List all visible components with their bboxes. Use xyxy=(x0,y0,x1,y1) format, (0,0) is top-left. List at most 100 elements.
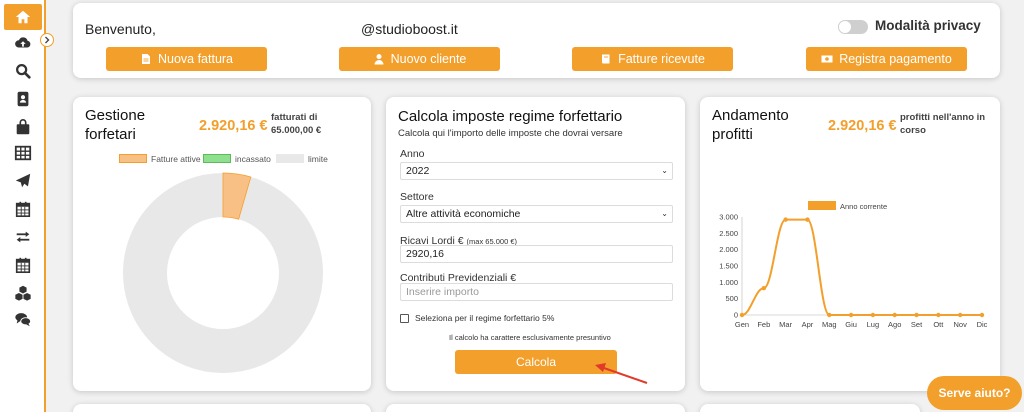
gestione-note-2: 65.000,00 € xyxy=(271,125,322,136)
legend-swatch-incassato xyxy=(203,154,231,163)
sidebar-item-chat[interactable] xyxy=(4,306,42,332)
welcome-card: Benvenuto, @studioboost.it Modalità priv… xyxy=(73,3,1000,78)
data-point-giu xyxy=(848,312,854,318)
new-invoice-label: Nuova fattura xyxy=(157,52,234,66)
sidebar xyxy=(0,0,46,412)
received-invoices-button[interactable]: Fatture ricevute xyxy=(572,47,733,71)
x-tick-label: Set xyxy=(911,320,923,329)
sidebar-item-send[interactable] xyxy=(4,168,42,194)
data-point-apr xyxy=(805,217,810,222)
privacy-toggle[interactable] xyxy=(838,20,868,34)
sidebar-item-calendar-2[interactable] xyxy=(4,252,42,278)
x-tick-label: Gen xyxy=(735,320,749,329)
gestione-amount: 2.920,16 € xyxy=(199,118,268,134)
settore-value: Altre attività economiche xyxy=(406,208,521,220)
sidebar-item-search[interactable] xyxy=(4,58,42,84)
y-tick-label: 0 xyxy=(734,311,738,320)
forfettario-5-checkbox[interactable] xyxy=(400,314,409,323)
calcola-button-label: Calcola xyxy=(515,355,557,369)
search-icon xyxy=(16,64,31,79)
data-point-set xyxy=(914,312,919,318)
ricavi-input[interactable]: 2920,16 xyxy=(400,245,673,263)
chevron-right-icon xyxy=(45,36,50,44)
x-tick-label: Mag xyxy=(822,320,837,329)
x-tick-label: Ago xyxy=(888,320,901,329)
bottom-card-1 xyxy=(73,404,371,412)
cloud-upload-icon xyxy=(15,37,31,48)
address-book-icon xyxy=(17,91,29,107)
sidebar-toggle-button[interactable] xyxy=(40,33,54,47)
data-point-lug xyxy=(870,312,876,318)
contributi-input[interactable]: Inserire importo xyxy=(400,283,673,301)
data-point-dic xyxy=(979,312,985,318)
privacy-label: Modalità privacy xyxy=(875,18,981,33)
file-icon xyxy=(141,54,150,64)
data-point-ago xyxy=(892,312,897,318)
calcola-subtitle: Calcola qui l'importo delle imposte che … xyxy=(398,128,623,139)
user-icon xyxy=(374,54,384,65)
doughnut-chart xyxy=(123,172,323,373)
legend-label-anno-corrente: Anno corrente xyxy=(840,202,887,211)
legend-swatch-active xyxy=(119,154,147,163)
anno-select[interactable]: 2022 ⌄ xyxy=(400,162,673,180)
new-invoice-button[interactable]: Nuova fattura xyxy=(106,47,267,71)
chat-bubbles-icon xyxy=(15,313,32,327)
book-icon xyxy=(602,54,610,64)
ricavi-value: 2920,16 xyxy=(406,248,444,260)
x-tick-label: Giu xyxy=(845,320,857,329)
received-invoices-label: Fatture ricevute xyxy=(618,52,705,66)
andamento-card: Andamento profitti 2.920,16 € profitti n… xyxy=(700,97,1000,391)
gestione-title-2: forfetari xyxy=(85,126,136,143)
data-point-feb xyxy=(761,286,767,291)
chevron-down-icon: ⌄ xyxy=(661,209,668,218)
home-icon xyxy=(15,10,31,24)
forfettario-5-label: Seleziona per il regime forfettario 5% xyxy=(415,313,555,323)
exchange-icon xyxy=(16,231,30,243)
sidebar-item-transfers[interactable] xyxy=(4,224,42,250)
sidebar-item-table[interactable] xyxy=(4,140,42,166)
settore-select[interactable]: Altre attività economiche ⌄ xyxy=(400,205,673,223)
x-tick-label: Nov xyxy=(954,320,968,329)
gestione-card: Gestione forfetari 2.920,16 € fatturati … xyxy=(73,97,371,391)
paper-plane-icon xyxy=(15,173,31,188)
chevron-down-icon: ⌄ xyxy=(661,166,668,175)
sidebar-item-home[interactable] xyxy=(4,4,42,30)
y-tick-label: 500 xyxy=(725,294,738,303)
andamento-amount: 2.920,16 € xyxy=(828,118,897,134)
new-client-label: Nuovo cliente xyxy=(390,52,467,66)
help-button[interactable]: Serve aiuto? xyxy=(927,376,1022,410)
x-tick-label: Dic xyxy=(977,320,988,329)
help-button-label: Serve aiuto? xyxy=(938,386,1011,400)
sidebar-item-upload[interactable] xyxy=(4,30,42,56)
welcome-text: Benvenuto, xyxy=(85,21,156,37)
anno-label: Anno xyxy=(400,148,425,160)
new-client-button[interactable]: Nuovo cliente xyxy=(339,47,500,71)
x-tick-label: Ott xyxy=(933,320,944,329)
sidebar-item-shop[interactable] xyxy=(4,114,42,140)
andamento-title-1: Andamento xyxy=(712,107,789,124)
data-point-nov xyxy=(957,312,963,318)
x-tick-label: Lug xyxy=(867,320,880,329)
bottom-card-3 xyxy=(700,404,920,412)
y-tick-label: 1.500 xyxy=(719,262,738,271)
table-icon xyxy=(14,145,32,161)
contributi-placeholder: Inserire importo xyxy=(406,286,479,298)
register-payment-button[interactable]: Registra pagamento xyxy=(806,47,967,71)
data-point-gen xyxy=(739,312,745,318)
anno-value: 2022 xyxy=(406,165,430,177)
sidebar-item-packages[interactable] xyxy=(4,280,42,306)
data-point-mag xyxy=(827,312,832,318)
x-tick-label: Mar xyxy=(779,320,792,329)
calendar-icon xyxy=(15,257,31,274)
shopping-bag-icon xyxy=(16,119,30,135)
sidebar-item-calendar[interactable] xyxy=(4,196,42,222)
calcola-card: Calcola imposte regime forfettario Calco… xyxy=(386,97,685,391)
profit-line-chart: Anno corrente 0 500 1.000 1.500 2.000 2.500 3.… xyxy=(719,201,988,329)
sidebar-item-contacts[interactable] xyxy=(4,86,42,112)
settore-label: Settore xyxy=(400,191,434,203)
legend-swatch-limite xyxy=(276,154,304,163)
andamento-note-2: corso xyxy=(900,125,926,136)
y-tick-label: 1.000 xyxy=(719,278,738,287)
gestione-title-1: Gestione xyxy=(85,107,146,124)
pointer-arrow-icon xyxy=(595,363,648,384)
